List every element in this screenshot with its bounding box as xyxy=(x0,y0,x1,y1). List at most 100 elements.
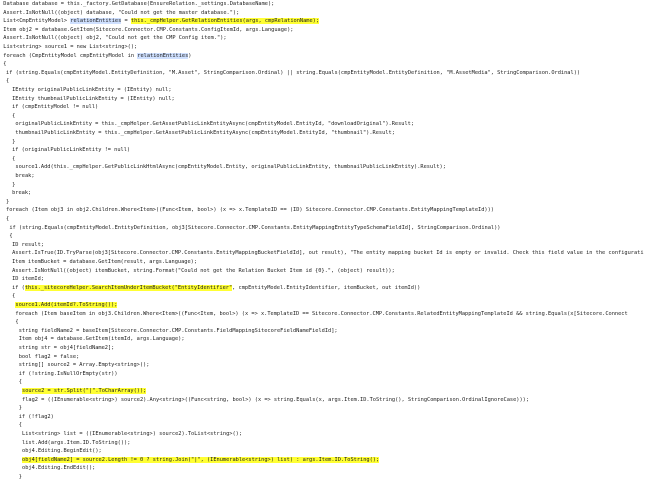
code-line[interactable]: Assert.IsTrue(ID.TryParse(obj3[Sitecore.… xyxy=(12,249,643,258)
code-text: { xyxy=(12,293,16,300)
code-line[interactable]: List<CmpEntityModel> relationEntities = … xyxy=(3,17,320,26)
code-text: ID itemId; xyxy=(12,276,44,283)
code-text: string[] source2 = Array.Empty<string>()… xyxy=(18,362,150,369)
code-line[interactable]: obj4.Editing.BeginEdit(); xyxy=(22,447,102,456)
code-line[interactable]: Item obj4 = database.GetItem(itemId, arg… xyxy=(19,335,185,344)
code-line[interactable]: source2 = str.Split("|".ToCharArray()); xyxy=(22,387,147,396)
code-line[interactable]: { xyxy=(12,292,15,301)
code-text: if (!string.IsNullOrEmpty(str)) xyxy=(18,370,118,377)
code-line[interactable]: { xyxy=(12,155,15,164)
highlighted-code: this._cmpHelper.GetRelationEntities(args… xyxy=(130,18,320,25)
code-line[interactable]: if (cmpEntityModel != null) xyxy=(12,103,98,112)
code-line[interactable]: { xyxy=(6,215,9,224)
code-line[interactable]: if (!flag2) xyxy=(19,413,54,422)
code-line[interactable]: string fieldName2 = baseItem[Sitecore.Co… xyxy=(19,327,338,336)
code-line[interactable]: Item itemBucket = database.GetItem(resul… xyxy=(12,258,197,267)
code-text: } xyxy=(18,405,22,412)
code-line[interactable]: { xyxy=(19,378,22,387)
code-line[interactable]: } xyxy=(12,181,15,190)
code-line[interactable]: IEntity thumbnailPublicLinkEntity = (IEn… xyxy=(12,95,175,104)
code-line[interactable]: if (string.Equals(cmpEntityModel.EntityD… xyxy=(9,224,500,233)
code-text: { xyxy=(12,112,16,119)
code-text: if (!flag2) xyxy=(18,413,54,420)
code-text: List<string> source1 = new List<string>(… xyxy=(3,44,138,50)
code-text: ID result; xyxy=(12,241,44,248)
code-line[interactable]: source1.Add(this._cmpHelper.GetPublicLin… xyxy=(15,163,446,172)
code-line[interactable]: Database database = this._factory.GetDat… xyxy=(3,0,274,9)
code-line[interactable]: foreach (Item baseItem in obj3.Children.… xyxy=(15,310,627,319)
code-text: , cmpEntityModel.EntityIdentifier, itemB… xyxy=(232,284,421,291)
code-text: Database database = this._factory.GetDat… xyxy=(3,1,275,7)
code-editor[interactable]: Database database = this._factory.GetDat… xyxy=(0,0,665,480)
code-line[interactable]: { xyxy=(15,318,18,327)
code-line[interactable]: { xyxy=(6,77,9,86)
code-text: Item obj4 = database.GetItem(itemId, arg… xyxy=(18,336,185,343)
code-line[interactable]: break; xyxy=(15,172,34,181)
code-line[interactable]: { xyxy=(12,112,15,121)
code-text: { xyxy=(6,78,10,85)
code-text: string fieldName2 = baseItem[Sitecore.Co… xyxy=(18,327,338,334)
code-line[interactable]: foreach (CmpEntityModel cmpEntityModel i… xyxy=(3,52,191,61)
code-text: Assert.IsNotNull((object) obj2, "Could n… xyxy=(3,35,227,42)
code-text: if (string.Equals(cmpEntityModel.EntityD… xyxy=(6,69,581,76)
code-line[interactable]: source1.Add(itemId?.ToString()); xyxy=(15,301,118,310)
code-line[interactable]: } xyxy=(6,198,9,207)
code-text: ) xyxy=(188,52,192,59)
code-text: break; xyxy=(12,190,32,197)
code-line[interactable]: Assert.IsNotNull((object) obj2, "Could n… xyxy=(3,34,226,43)
code-text: } xyxy=(6,198,10,205)
code-line[interactable]: originalPublicLinkEntity = this._cmpHelp… xyxy=(15,120,414,129)
code-line[interactable]: string str = obj4[fieldName2]; xyxy=(19,344,115,353)
code-text: if (originalPublicLinkEntity != null) xyxy=(12,147,131,154)
code-text: bool flag2 = false; xyxy=(18,353,80,360)
code-text: foreach (Item obj3 in obj2.Children.Wher… xyxy=(6,207,494,214)
code-text: Item obj2 = database.GetItem(Sitecore.Co… xyxy=(3,26,294,33)
code-text: Assert.IsNotNull((object) database, "Cou… xyxy=(3,9,240,16)
code-line[interactable]: { xyxy=(3,60,6,69)
code-text: IEntity thumbnailPublicLinkEntity = (IEn… xyxy=(12,95,175,102)
code-text: foreach (CmpEntityModel cmpEntityModel i… xyxy=(3,52,138,59)
code-text: flag2 = ((IEnumerable<string>) source2).… xyxy=(22,396,530,403)
code-line[interactable]: if (string.Equals(cmpEntityModel.EntityD… xyxy=(6,69,580,78)
highlighted-code: this._sitecoreHelper.SearchItemUnderItem… xyxy=(24,284,233,291)
code-line[interactable]: bool flag2 = false; xyxy=(19,353,80,362)
code-line[interactable]: { xyxy=(19,421,22,430)
code-text: IEntity originalPublicLinkEntity = (IEnt… xyxy=(12,87,172,93)
code-line[interactable]: thumbnailPublicLinkEntity = this._cmpHel… xyxy=(15,129,395,138)
code-line[interactable]: foreach (Item obj3 in obj2.Children.Wher… xyxy=(6,206,494,215)
code-line[interactable]: IEntity originalPublicLinkEntity = (IEnt… xyxy=(12,86,171,95)
code-line[interactable]: } xyxy=(19,404,22,413)
code-text: { xyxy=(6,216,10,222)
code-text: thumbnailPublicLinkEntity = this._cmpHel… xyxy=(15,130,395,136)
selected-token: relationEntities xyxy=(70,18,122,25)
selected-token: relationEntities xyxy=(137,52,189,59)
code-line[interactable]: List<string> source1 = new List<string>(… xyxy=(3,43,137,52)
code-line[interactable]: ID itemId; xyxy=(12,275,44,284)
code-text: string str = obj4[fieldName2]; xyxy=(18,345,115,351)
code-line[interactable]: flag2 = ((IEnumerable<string>) source2).… xyxy=(22,396,529,405)
code-line[interactable]: if (this._sitecoreHelper.SearchItemUnder… xyxy=(12,284,420,293)
code-line[interactable]: Assert.IsNotNull((object) itemBucket, st… xyxy=(12,267,395,276)
code-text: } xyxy=(12,181,16,188)
code-line[interactable]: list.Add(args.Item.ID.ToString()); xyxy=(22,439,130,448)
code-line[interactable]: } xyxy=(19,473,22,482)
code-line[interactable]: Item obj2 = database.GetItem(Sitecore.Co… xyxy=(3,26,293,35)
code-text: if (string.Equals(cmpEntityModel.EntityD… xyxy=(9,224,501,231)
code-line[interactable]: obj4[fieldName2] = source2.Length != 0 ?… xyxy=(22,456,380,465)
code-text: { xyxy=(12,155,16,162)
code-line[interactable]: if (originalPublicLinkEntity != null) xyxy=(12,146,130,155)
code-line[interactable]: } xyxy=(12,138,15,147)
code-line[interactable]: if (!string.IsNullOrEmpty(str)) xyxy=(19,370,118,379)
code-line[interactable]: Assert.IsNotNull((object) database, "Cou… xyxy=(3,9,239,18)
code-line[interactable]: string[] source2 = Array.Empty<string>()… xyxy=(19,361,150,370)
code-line[interactable]: { xyxy=(9,232,12,241)
code-line[interactable]: ID result; xyxy=(12,241,44,250)
code-line[interactable]: List<string> list = ((IEnumerable<string… xyxy=(22,430,242,439)
code-text: List<CmpEntityModel> xyxy=(3,18,71,25)
code-line[interactable]: break; xyxy=(12,189,31,198)
code-text: List<string> list = ((IEnumerable<string… xyxy=(22,431,243,437)
code-text: list.Add(args.Item.ID.ToString()); xyxy=(22,439,131,446)
code-text: } xyxy=(12,138,16,145)
code-line[interactable]: obj4.Editing.EndEdit(); xyxy=(22,464,95,473)
highlighted-code: source1.Add(itemId?.ToString()); xyxy=(15,302,118,308)
